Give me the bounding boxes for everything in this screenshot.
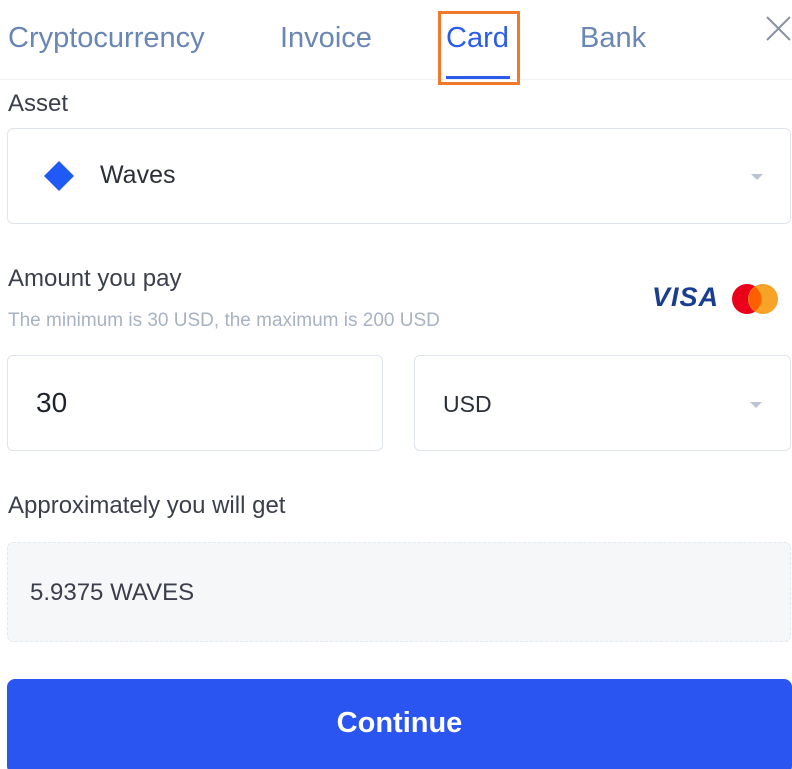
tab-card[interactable]: Card xyxy=(446,18,509,58)
close-button[interactable] xyxy=(762,12,792,42)
tab-cryptocurrency[interactable]: Cryptocurrency xyxy=(8,18,205,58)
approx-result-label: Approximately you will get xyxy=(8,492,286,519)
currency-select[interactable]: USD xyxy=(414,355,791,451)
currency-select-value: USD xyxy=(443,391,492,417)
amount-limits-hint: The minimum is 30 USD, the maximum is 20… xyxy=(8,310,440,331)
waves-diamond-icon xyxy=(44,161,74,191)
approx-result-box: 5.9375 WAVES xyxy=(7,542,791,642)
asset-select-value: Waves xyxy=(100,161,176,189)
tab-bank[interactable]: Bank xyxy=(580,18,646,58)
close-icon xyxy=(766,16,791,41)
visa-logo: VISA xyxy=(652,282,720,312)
active-tab-indicator xyxy=(446,76,510,79)
asset-select[interactable]: Waves xyxy=(7,128,791,224)
chevron-down-icon xyxy=(751,174,763,180)
payment-method-tabs: Cryptocurrency Invoice Card Bank xyxy=(0,0,792,85)
mastercard-icon xyxy=(732,284,778,314)
continue-button[interactable]: Continue xyxy=(7,679,792,769)
asset-label: Asset xyxy=(8,90,69,117)
amount-input[interactable] xyxy=(7,355,383,451)
amount-label: Amount you pay xyxy=(8,265,182,292)
tab-invoice[interactable]: Invoice xyxy=(280,18,372,58)
approx-result-value: 5.9375 WAVES xyxy=(30,579,195,606)
chevron-down-icon xyxy=(750,402,762,408)
